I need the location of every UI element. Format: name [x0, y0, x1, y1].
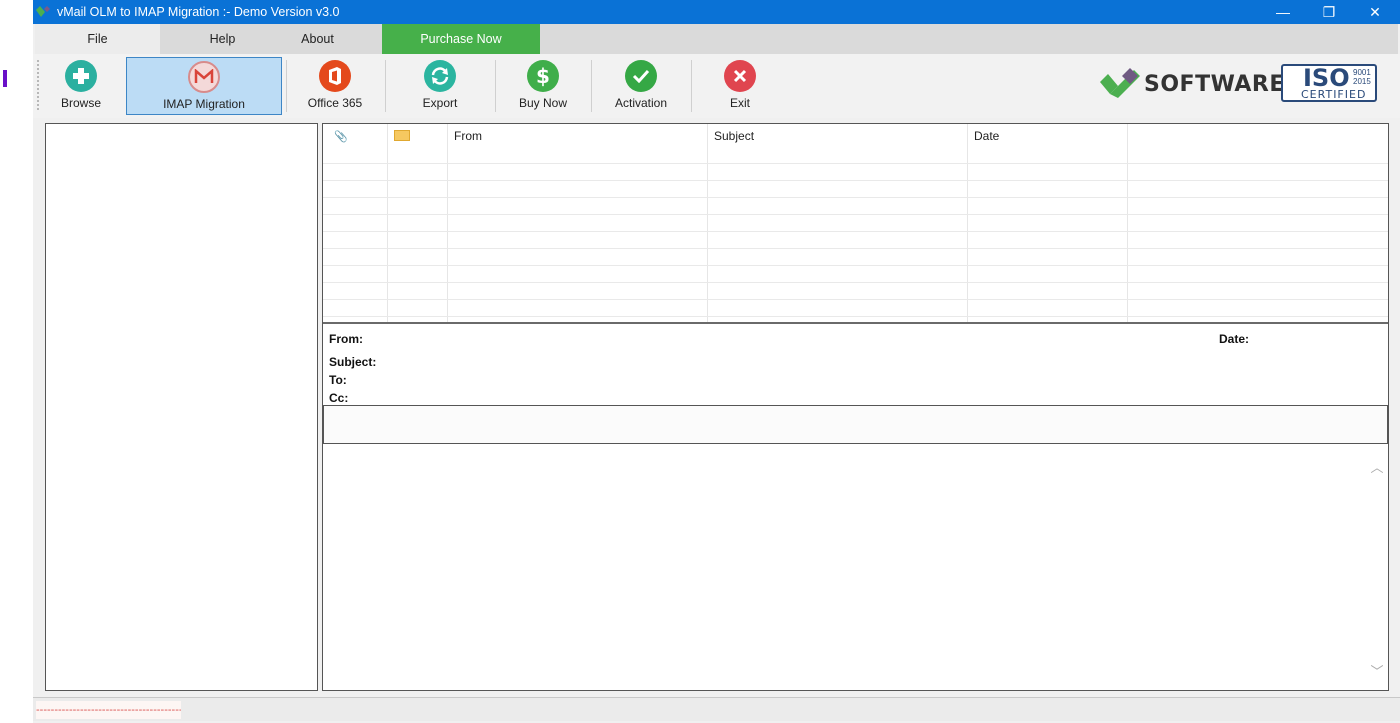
software-logo-icon — [1100, 68, 1140, 98]
menu-bar: File Help About Purchase Now — [35, 24, 1398, 54]
activation-button[interactable]: Activation — [603, 57, 679, 115]
email-body-viewer[interactable]: ︿ ﹀ — [323, 445, 1388, 690]
status-text: ----------------------------------------… — [36, 701, 181, 719]
row-line — [323, 299, 1388, 300]
column-header-from[interactable]: From — [449, 127, 707, 145]
scroll-up-button[interactable]: ︿ — [1370, 457, 1384, 475]
close-window-button[interactable]: ✕ — [1352, 0, 1398, 24]
office365-label: Office 365 — [307, 96, 363, 110]
iso-badge: ISO 9001 2015 CERTIFIED — [1281, 64, 1377, 102]
minimize-icon: — — [1276, 4, 1290, 20]
iso-number-2015: 2015 — [1353, 77, 1371, 86]
row-line — [323, 180, 1388, 181]
gmail-icon — [188, 61, 220, 93]
certified-text: CERTIFIED — [1301, 88, 1367, 101]
row-line — [323, 248, 1388, 249]
grid-header: 📎 From Subject Date — [323, 124, 1388, 148]
date-label: Date: — [1219, 332, 1250, 346]
restore-button[interactable]: ❐ — [1306, 0, 1352, 24]
branding-logo: SOFTWARE ISO 9001 2015 CERTIFIED — [1100, 64, 1400, 106]
restore-icon: ❐ — [1322, 3, 1336, 20]
office-icon — [319, 60, 351, 92]
row-line — [323, 214, 1388, 215]
browse-button[interactable]: Browse — [47, 57, 115, 115]
row-line — [323, 265, 1388, 266]
status-bar: ----------------------------------------… — [33, 697, 1400, 721]
close-icon: ✕ — [1369, 3, 1381, 20]
dollar-icon: $ — [527, 60, 559, 92]
scroll-down-button[interactable]: ﹀ — [1370, 661, 1384, 679]
toolbar-separator — [385, 60, 386, 112]
column-header-subject[interactable]: Subject — [709, 127, 967, 145]
menu-purchase-now[interactable]: Purchase Now — [382, 24, 540, 54]
minimize-button[interactable]: — — [1260, 0, 1306, 24]
from-label: From: — [329, 332, 363, 346]
folder-tree-panel[interactable] — [45, 123, 318, 691]
subject-label: Subject: — [329, 355, 377, 369]
row-line — [323, 231, 1388, 232]
email-panel: 📎 From Subject Date From: Date: Subject:… — [322, 123, 1389, 691]
check-icon — [625, 60, 657, 92]
menu-help[interactable]: Help — [160, 24, 285, 54]
column-divider — [1127, 124, 1128, 322]
cc-label: Cc: — [329, 391, 349, 405]
column-divider — [707, 124, 708, 322]
exit-icon — [724, 60, 756, 92]
envelope-icon — [394, 130, 410, 141]
buy-now-button[interactable]: $ Buy Now — [506, 57, 580, 115]
activation-label: Activation — [614, 96, 668, 110]
column-divider — [447, 124, 448, 322]
iso-number-9001: 9001 — [1353, 68, 1371, 77]
desktop-marker — [3, 70, 7, 87]
plus-icon — [65, 60, 97, 92]
toolbar: Browse IMAP Migration Office 365 Export — [33, 54, 1400, 118]
export-button[interactable]: Export — [403, 57, 477, 115]
buy-now-label: Buy Now — [518, 96, 568, 110]
column-divider — [387, 124, 388, 322]
chevron-down-icon: ﹀ — [1370, 664, 1384, 679]
toolbar-separator — [591, 60, 592, 112]
window-title: vMail OLM to IMAP Migration :- Demo Vers… — [57, 5, 340, 19]
app-logo-icon — [36, 6, 50, 17]
office365-button[interactable]: Office 365 — [298, 57, 372, 115]
imap-migration-button[interactable]: IMAP Migration — [126, 57, 282, 115]
toolbar-separator — [286, 60, 287, 112]
row-line — [323, 197, 1388, 198]
toolbar-grip[interactable] — [37, 60, 40, 110]
export-label: Export — [422, 96, 458, 110]
imap-migration-label: IMAP Migration — [163, 97, 245, 111]
email-preview-header: From: Date: Subject: To: Cc: — [323, 326, 1388, 406]
software-text: SOFTWARE — [1144, 72, 1285, 97]
row-line — [323, 316, 1388, 317]
attachments-box[interactable] — [323, 405, 1388, 444]
menu-about[interactable]: About — [285, 24, 350, 54]
toolbar-separator — [691, 60, 692, 112]
column-header-attachment[interactable]: 📎 — [329, 127, 387, 145]
chevron-up-icon: ︿ — [1370, 460, 1384, 475]
row-line — [323, 163, 1388, 164]
desktop-background — [0, 0, 33, 723]
column-header-read-status[interactable] — [389, 127, 447, 145]
exit-button[interactable]: Exit — [703, 57, 777, 115]
column-divider — [967, 124, 968, 322]
menu-file[interactable]: File — [35, 24, 160, 54]
row-line — [323, 282, 1388, 283]
email-list-grid[interactable]: 📎 From Subject Date — [323, 124, 1388, 324]
refresh-icon — [424, 60, 456, 92]
attachment-icon: 📎 — [334, 131, 348, 143]
exit-label: Exit — [729, 96, 750, 110]
to-label: To: — [329, 373, 347, 387]
app-window: vMail OLM to IMAP Migration :- Demo Vers… — [33, 0, 1400, 723]
toolbar-separator — [495, 60, 496, 112]
title-bar: vMail OLM to IMAP Migration :- Demo Vers… — [33, 0, 1400, 24]
column-header-date[interactable]: Date — [969, 127, 1127, 145]
browse-label: Browse — [60, 96, 101, 110]
